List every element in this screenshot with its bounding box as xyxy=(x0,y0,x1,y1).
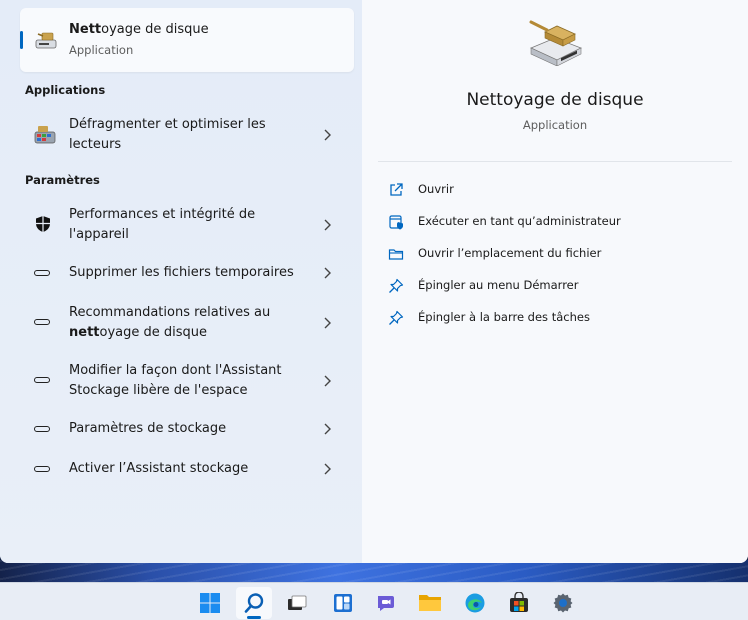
search-icon xyxy=(244,593,264,613)
divider xyxy=(378,161,732,162)
storage-drive-icon xyxy=(34,319,50,325)
chevron-right-icon xyxy=(324,129,331,141)
widgets-icon xyxy=(334,594,352,612)
edge-icon xyxy=(465,593,485,613)
storage-drive-icon xyxy=(34,377,50,383)
pin-icon xyxy=(389,310,404,325)
list-item-storage-settings[interactable]: Paramètres de stockage xyxy=(20,419,354,439)
chevron-right-icon xyxy=(324,423,331,435)
list-item-label: Performances et intégrité de l'appareil xyxy=(69,207,256,242)
list-item-label: Modifier la façon dont l'Assistant Stock… xyxy=(69,363,282,398)
list-item-label: Défragmenter et optimiser les lecteurs xyxy=(69,117,266,152)
taskbar-widgets-button[interactable] xyxy=(325,587,361,619)
chevron-right-icon xyxy=(324,219,331,231)
action-label: Exécuter en tant qu’administrateur xyxy=(418,214,621,228)
action-open[interactable]: Ouvrir xyxy=(388,180,728,200)
gear-icon xyxy=(553,593,573,613)
taskbar-search-button[interactable] xyxy=(236,587,272,619)
action-label: Ouvrir l’emplacement du fichier xyxy=(418,246,602,260)
folder-icon xyxy=(419,595,441,611)
list-item-cleanup-recommendations[interactable]: Recommandations relatives au nettoyage d… xyxy=(20,303,354,345)
taskbar-start-button[interactable] xyxy=(192,587,228,619)
storage-drive-icon xyxy=(34,466,50,472)
shield-icon xyxy=(36,216,50,232)
best-match-result[interactable]: Nettoyage de disque Application xyxy=(20,8,354,72)
chevron-right-icon xyxy=(324,317,331,329)
list-item-defragment[interactable]: Défragmenter et optimiser les lecteurs xyxy=(20,115,354,157)
list-item-delete-temp-files[interactable]: Supprimer les fichiers temporaires xyxy=(20,263,354,283)
detail-title: Nettoyage de disque xyxy=(466,90,644,110)
best-match-title: Nettoyage de disque xyxy=(69,22,209,37)
defragment-icon xyxy=(34,126,56,144)
chevron-right-icon xyxy=(324,463,331,475)
task-view-icon xyxy=(288,595,307,610)
list-item-label: Recommandations relatives au nettoyage d… xyxy=(69,305,271,340)
disk-cleanup-icon xyxy=(35,32,57,49)
disk-cleanup-icon xyxy=(529,20,582,66)
action-open-file-location[interactable]: Ouvrir l’emplacement du fichier xyxy=(388,244,728,264)
taskbar xyxy=(0,582,748,620)
list-item-enable-storage-sense[interactable]: Activer l’Assistant stockage xyxy=(20,459,354,479)
list-item-device-performance[interactable]: Performances et intégrité de l'appareil xyxy=(20,205,354,247)
action-label: Épingler au menu Démarrer xyxy=(418,278,579,292)
taskbar-store-button[interactable] xyxy=(501,587,537,619)
best-match-subtitle: Application xyxy=(69,43,134,57)
action-pin-to-start[interactable]: Épingler au menu Démarrer xyxy=(388,276,728,296)
taskbar-settings-button[interactable] xyxy=(545,587,581,619)
storage-drive-icon xyxy=(34,270,50,276)
action-label: Épingler à la barre des tâches xyxy=(418,310,590,324)
list-item-label: Activer l’Assistant stockage xyxy=(69,461,249,476)
pin-icon xyxy=(389,278,404,293)
action-pin-to-taskbar[interactable]: Épingler à la barre des tâches xyxy=(388,308,728,328)
taskbar-chat-button[interactable] xyxy=(368,587,404,619)
list-item-label: Supprimer les fichiers temporaires xyxy=(69,265,294,280)
store-icon xyxy=(510,592,528,612)
chevron-right-icon xyxy=(324,267,331,279)
chevron-right-icon xyxy=(324,375,331,387)
section-header-parametres: Paramètres xyxy=(25,173,100,187)
section-header-applications: Applications xyxy=(25,83,106,97)
action-run-as-admin[interactable]: Exécuter en tant qu’administrateur xyxy=(388,212,728,232)
folder-icon xyxy=(388,249,404,260)
chat-icon xyxy=(378,596,394,611)
detail-subtitle: Application xyxy=(522,118,588,132)
action-label: Ouvrir xyxy=(418,182,454,196)
open-icon xyxy=(390,183,403,196)
selection-indicator xyxy=(20,31,23,49)
taskbar-task-view-button[interactable] xyxy=(279,587,315,619)
windows-logo-icon xyxy=(200,593,220,613)
admin-shield-icon xyxy=(389,215,403,230)
taskbar-file-explorer-button[interactable] xyxy=(412,587,448,619)
taskbar-edge-button[interactable] xyxy=(457,587,493,619)
list-item-label: Paramètres de stockage xyxy=(69,421,227,436)
list-item-storage-sense-settings[interactable]: Modifier la façon dont l'Assistant Stock… xyxy=(20,361,354,403)
storage-drive-icon xyxy=(34,426,50,432)
